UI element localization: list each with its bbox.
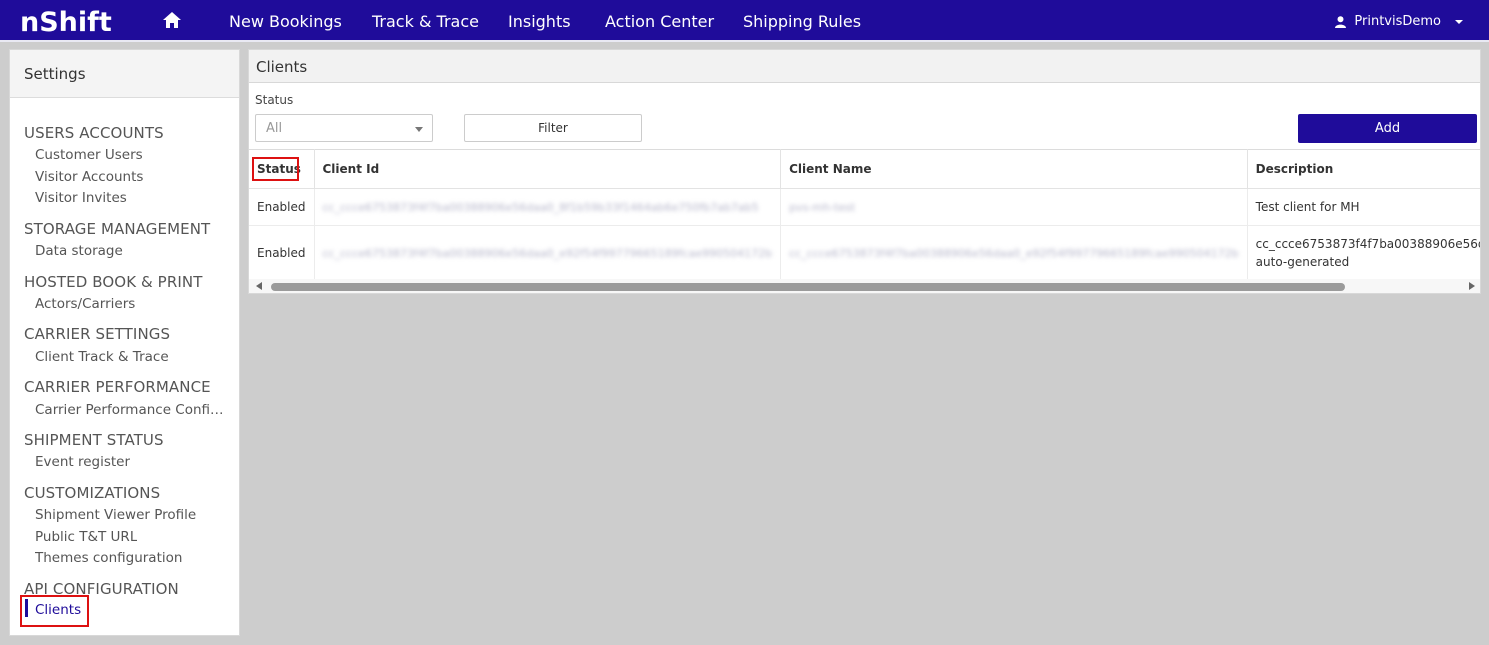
sidebar-item-carrier-performance-config[interactable]: Carrier Performance Configuration: [35, 402, 231, 418]
section-carrier-performance: CARRIER PERFORMANCE: [24, 378, 211, 396]
description-line: auto-generated: [1255, 255, 1350, 269]
chevron-down-icon: [1455, 19, 1463, 24]
table-row[interactable]: Enabled cc_ccce6753873f4f7ba00388906e56d…: [249, 225, 1480, 281]
sidebar-item-actors-carriers[interactable]: Actors/Carriers: [35, 296, 135, 312]
section-customizations: CUSTOMIZATIONS: [24, 484, 161, 502]
nav-action-center[interactable]: Action Center: [605, 12, 714, 31]
client-name-value: cc_ccce6753873f4f7ba00388906e56daa0_e92f…: [789, 246, 1239, 260]
sidebar-item-themes-configuration[interactable]: Themes configuration: [35, 550, 182, 566]
cell-description: cc_ccce6753873f4f7ba00388906e56daa0_e92f…: [1247, 225, 1480, 281]
column-header-status[interactable]: Status: [249, 149, 315, 189]
status-select-value: All: [266, 121, 283, 136]
column-header-client-name[interactable]: Client Name: [780, 149, 1248, 189]
description-line: cc_ccce6753873f4f7ba00388906e56daa0_e92f…: [1255, 237, 1480, 251]
nav-track-trace[interactable]: Track & Trace: [372, 12, 479, 31]
client-name-value: pvs-mh-test: [789, 200, 856, 214]
cell-client-name: cc_ccce6753873f4f7ba00388906e56daa0_e92f…: [780, 225, 1248, 281]
highlight-status-box: [252, 157, 299, 181]
user-menu[interactable]: PrintvisDemo: [1335, 14, 1463, 29]
clients-table: Status Client Id Client Name Description…: [249, 149, 1480, 281]
sidebar-item-visitor-accounts[interactable]: Visitor Accounts: [35, 169, 143, 185]
logo-text: nShift: [20, 7, 112, 37]
cell-client-name: pvs-mh-test: [780, 188, 1248, 226]
nav-shipping-rules[interactable]: Shipping Rules: [743, 12, 861, 31]
cell-client-id: cc_ccce6753873f4f7ba00388906e56daa0_e92f…: [314, 225, 782, 281]
column-header-client-id[interactable]: Client Id: [314, 149, 782, 189]
client-id-value: cc_ccce6753873f4f7ba00388906e56daa0_e92f…: [322, 246, 773, 260]
cell-status: Enabled: [249, 225, 315, 281]
sidebar-item-data-storage[interactable]: Data storage: [35, 243, 123, 259]
section-carrier-settings: CARRIER SETTINGS: [24, 325, 171, 343]
cell-client-id: cc_ccce6753873f4f7ba00388906e56daa0_8f1b…: [314, 188, 782, 226]
section-shipment-status: SHIPMENT STATUS: [24, 431, 164, 449]
home-icon[interactable]: [162, 10, 182, 30]
section-users-accounts: USERS ACCOUNTS: [24, 124, 164, 142]
user-name: PrintvisDemo: [1354, 14, 1441, 29]
panel-title: Clients: [249, 50, 1480, 83]
settings-sidebar: Settings USERS ACCOUNTS Customer Users V…: [9, 49, 240, 636]
horizontal-scrollbar[interactable]: [249, 279, 1480, 293]
table-header-row: Status Client Id Client Name Description: [249, 149, 1480, 189]
nshift-logo[interactable]: nShift: [20, 5, 130, 37]
sidebar-item-client-track-trace[interactable]: Client Track & Trace: [35, 349, 169, 365]
sidebar-item-visitor-invites[interactable]: Visitor Invites: [35, 190, 127, 206]
add-button[interactable]: Add: [1298, 114, 1477, 143]
user-icon: [1335, 15, 1347, 28]
highlight-clients-box: [20, 595, 89, 627]
cell-status: Enabled: [249, 188, 315, 226]
scroll-right-arrow-icon[interactable]: [1469, 282, 1475, 290]
status-select[interactable]: All: [255, 114, 433, 142]
clients-panel: Clients Status All Filter Add Status Cli…: [248, 49, 1481, 294]
client-id-value: cc_ccce6753873f4f7ba00388906e56daa0_8f1b…: [322, 200, 759, 214]
sidebar-item-event-register[interactable]: Event register: [35, 454, 130, 470]
column-header-description[interactable]: Description: [1247, 149, 1480, 189]
sidebar-item-public-tt-url[interactable]: Public T&T URL: [35, 529, 137, 545]
table-row[interactable]: Enabled cc_ccce6753873f4f7ba00388906e56d…: [249, 188, 1480, 226]
nav-new-bookings[interactable]: New Bookings: [229, 12, 342, 31]
cell-description: Test client for MH: [1247, 188, 1480, 226]
sidebar-item-customer-users[interactable]: Customer Users: [35, 147, 143, 163]
sidebar-item-shipment-viewer-profile[interactable]: Shipment Viewer Profile: [35, 507, 196, 523]
top-navigation-bar: nShift New Bookings Track & Trace Insigh…: [0, 0, 1489, 42]
scroll-left-arrow-icon[interactable]: [256, 282, 262, 290]
chevron-down-icon: [415, 127, 423, 132]
scroll-thumb[interactable]: [271, 283, 1345, 291]
nav-insights[interactable]: Insights: [508, 12, 571, 31]
status-filter-label: Status: [255, 93, 294, 107]
filter-button[interactable]: Filter: [464, 114, 642, 142]
section-hosted-book-print: HOSTED BOOK & PRINT: [24, 273, 203, 291]
description-line: Test client for MH: [1255, 200, 1360, 214]
section-storage-management: STORAGE MANAGEMENT: [24, 220, 211, 238]
sidebar-title: Settings: [10, 50, 239, 98]
